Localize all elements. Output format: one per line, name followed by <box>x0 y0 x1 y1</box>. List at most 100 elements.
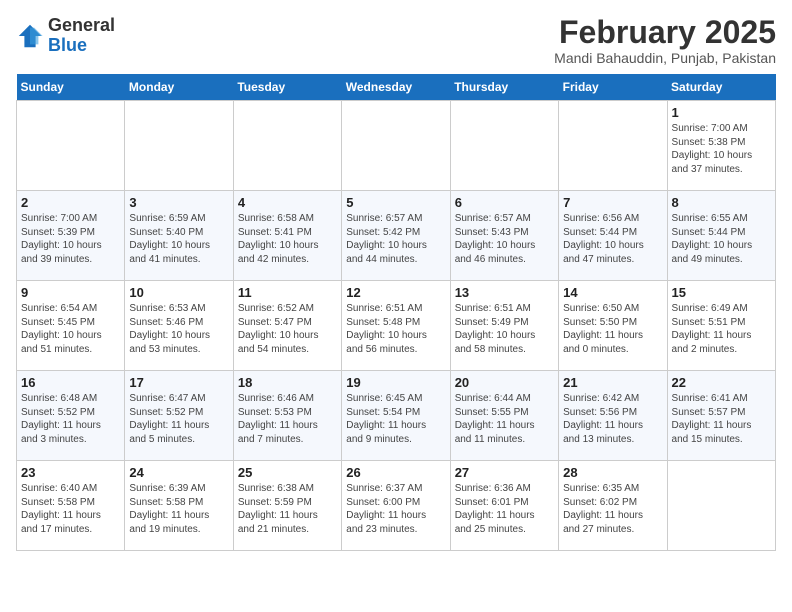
day-cell: 6 Sunrise: 6:57 AM Sunset: 5:43 PM Daylig… <box>450 191 558 281</box>
day-cell: 7 Sunrise: 6:56 AM Sunset: 5:44 PM Daylig… <box>559 191 667 281</box>
day-cell <box>342 101 450 191</box>
title-section: February 2025 Mandi Bahauddin, Punjab, P… <box>554 16 776 66</box>
day-number: 28 <box>563 465 662 480</box>
day-number: 3 <box>129 195 228 210</box>
week-row-1: 1 Sunrise: 7:00 AM Sunset: 5:38 PM Daylig… <box>17 101 776 191</box>
location: Mandi Bahauddin, Punjab, Pakistan <box>554 50 776 66</box>
day-cell: 2 Sunrise: 7:00 AM Sunset: 5:39 PM Daylig… <box>17 191 125 281</box>
calendar-table: SundayMondayTuesdayWednesdayThursdayFrid… <box>16 74 776 551</box>
day-cell: 3 Sunrise: 6:59 AM Sunset: 5:40 PM Daylig… <box>125 191 233 281</box>
day-cell: 14 Sunrise: 6:50 AM Sunset: 5:50 PM Dayli… <box>559 281 667 371</box>
day-number: 22 <box>672 375 771 390</box>
day-info: Sunrise: 6:58 AM Sunset: 5:41 PM Dayligh… <box>238 212 337 266</box>
day-info: Sunrise: 6:53 AM Sunset: 5:46 PM Dayligh… <box>129 302 228 356</box>
day-cell <box>667 461 775 551</box>
day-info: Sunrise: 6:56 AM Sunset: 5:44 PM Dayligh… <box>563 212 662 266</box>
header-friday: Friday <box>559 74 667 101</box>
day-number: 17 <box>129 375 228 390</box>
day-number: 20 <box>455 375 554 390</box>
day-cell: 13 Sunrise: 6:51 AM Sunset: 5:49 PM Dayli… <box>450 281 558 371</box>
week-row-4: 16 Sunrise: 6:48 AM Sunset: 5:52 PM Dayli… <box>17 371 776 461</box>
day-number: 19 <box>346 375 445 390</box>
logo: General Blue <box>16 16 115 56</box>
day-cell: 10 Sunrise: 6:53 AM Sunset: 5:46 PM Dayli… <box>125 281 233 371</box>
header-saturday: Saturday <box>667 74 775 101</box>
day-number: 14 <box>563 285 662 300</box>
day-info: Sunrise: 6:45 AM Sunset: 5:54 PM Dayligh… <box>346 392 445 446</box>
day-cell <box>233 101 341 191</box>
week-row-5: 23Sunrise: 6:40 AM Sunset: 5:58 PM Dayli… <box>17 461 776 551</box>
day-info: Sunrise: 6:37 AM Sunset: 6:00 PM Dayligh… <box>346 482 445 536</box>
day-number: 1 <box>672 105 771 120</box>
day-number: 11 <box>238 285 337 300</box>
day-cell: 9Sunrise: 6:54 AM Sunset: 5:45 PM Daylig… <box>17 281 125 371</box>
day-number: 9 <box>21 285 120 300</box>
logo-text: General Blue <box>48 16 115 56</box>
week-row-3: 9Sunrise: 6:54 AM Sunset: 5:45 PM Daylig… <box>17 281 776 371</box>
day-cell <box>559 101 667 191</box>
header-monday: Monday <box>125 74 233 101</box>
day-cell: 19 Sunrise: 6:45 AM Sunset: 5:54 PM Dayli… <box>342 371 450 461</box>
day-number: 10 <box>129 285 228 300</box>
day-number: 27 <box>455 465 554 480</box>
day-cell: 22Sunrise: 6:41 AM Sunset: 5:57 PM Dayli… <box>667 371 775 461</box>
day-cell: 5Sunrise: 6:57 AM Sunset: 5:42 PM Daylig… <box>342 191 450 281</box>
day-info: Sunrise: 6:42 AM Sunset: 5:56 PM Dayligh… <box>563 392 662 446</box>
day-number: 25 <box>238 465 337 480</box>
day-info: Sunrise: 6:50 AM Sunset: 5:50 PM Dayligh… <box>563 302 662 356</box>
day-number: 21 <box>563 375 662 390</box>
day-info: Sunrise: 6:36 AM Sunset: 6:01 PM Dayligh… <box>455 482 554 536</box>
day-number: 26 <box>346 465 445 480</box>
header-thursday: Thursday <box>450 74 558 101</box>
day-info: Sunrise: 6:49 AM Sunset: 5:51 PM Dayligh… <box>672 302 771 356</box>
day-info: Sunrise: 6:55 AM Sunset: 5:44 PM Dayligh… <box>672 212 771 266</box>
day-info: Sunrise: 6:47 AM Sunset: 5:52 PM Dayligh… <box>129 392 228 446</box>
day-cell: 24 Sunrise: 6:39 AM Sunset: 5:58 PM Dayli… <box>125 461 233 551</box>
day-cell: 27 Sunrise: 6:36 AM Sunset: 6:01 PM Dayli… <box>450 461 558 551</box>
day-cell: 18Sunrise: 6:46 AM Sunset: 5:53 PM Dayli… <box>233 371 341 461</box>
day-info: Sunrise: 6:39 AM Sunset: 5:58 PM Dayligh… <box>129 482 228 536</box>
day-cell: 12Sunrise: 6:51 AM Sunset: 5:48 PM Dayli… <box>342 281 450 371</box>
day-cell: 15 Sunrise: 6:49 AM Sunset: 5:51 PM Dayli… <box>667 281 775 371</box>
day-number: 24 <box>129 465 228 480</box>
day-info: Sunrise: 6:51 AM Sunset: 5:49 PM Dayligh… <box>455 302 554 356</box>
day-info: Sunrise: 6:40 AM Sunset: 5:58 PM Dayligh… <box>21 482 120 536</box>
day-number: 7 <box>563 195 662 210</box>
day-cell: 8 Sunrise: 6:55 AM Sunset: 5:44 PM Daylig… <box>667 191 775 281</box>
header-sunday: Sunday <box>17 74 125 101</box>
day-info: Sunrise: 7:00 AM Sunset: 5:39 PM Dayligh… <box>21 212 120 266</box>
day-number: 16 <box>21 375 120 390</box>
calendar-header-row: SundayMondayTuesdayWednesdayThursdayFrid… <box>17 74 776 101</box>
day-info: Sunrise: 6:52 AM Sunset: 5:47 PM Dayligh… <box>238 302 337 356</box>
day-info: Sunrise: 6:57 AM Sunset: 5:43 PM Dayligh… <box>455 212 554 266</box>
day-number: 6 <box>455 195 554 210</box>
header-tuesday: Tuesday <box>233 74 341 101</box>
day-cell <box>450 101 558 191</box>
day-info: Sunrise: 6:44 AM Sunset: 5:55 PM Dayligh… <box>455 392 554 446</box>
page-header: General Blue February 2025 Mandi Bahaudd… <box>16 16 776 66</box>
day-cell: 25 Sunrise: 6:38 AM Sunset: 5:59 PM Dayli… <box>233 461 341 551</box>
day-cell: 17 Sunrise: 6:47 AM Sunset: 5:52 PM Dayli… <box>125 371 233 461</box>
day-info: Sunrise: 6:59 AM Sunset: 5:40 PM Dayligh… <box>129 212 228 266</box>
day-info: Sunrise: 7:00 AM Sunset: 5:38 PM Dayligh… <box>672 122 771 176</box>
day-cell: 16 Sunrise: 6:48 AM Sunset: 5:52 PM Dayli… <box>17 371 125 461</box>
day-number: 15 <box>672 285 771 300</box>
day-number: 4 <box>238 195 337 210</box>
day-cell: 20 Sunrise: 6:44 AM Sunset: 5:55 PM Dayli… <box>450 371 558 461</box>
day-number: 13 <box>455 285 554 300</box>
day-number: 8 <box>672 195 771 210</box>
day-number: 2 <box>21 195 120 210</box>
day-cell: 23Sunrise: 6:40 AM Sunset: 5:58 PM Dayli… <box>17 461 125 551</box>
day-cell: 4 Sunrise: 6:58 AM Sunset: 5:41 PM Daylig… <box>233 191 341 281</box>
logo-icon <box>16 22 44 50</box>
day-cell <box>17 101 125 191</box>
day-info: Sunrise: 6:38 AM Sunset: 5:59 PM Dayligh… <box>238 482 337 536</box>
day-cell: 28Sunrise: 6:35 AM Sunset: 6:02 PM Dayli… <box>559 461 667 551</box>
day-cell <box>125 101 233 191</box>
day-info: Sunrise: 6:51 AM Sunset: 5:48 PM Dayligh… <box>346 302 445 356</box>
day-cell: 1 Sunrise: 7:00 AM Sunset: 5:38 PM Daylig… <box>667 101 775 191</box>
day-info: Sunrise: 6:48 AM Sunset: 5:52 PM Dayligh… <box>21 392 120 446</box>
month-title: February 2025 <box>554 16 776 48</box>
day-cell: 11 Sunrise: 6:52 AM Sunset: 5:47 PM Dayli… <box>233 281 341 371</box>
day-cell: 26 Sunrise: 6:37 AM Sunset: 6:00 PM Dayli… <box>342 461 450 551</box>
